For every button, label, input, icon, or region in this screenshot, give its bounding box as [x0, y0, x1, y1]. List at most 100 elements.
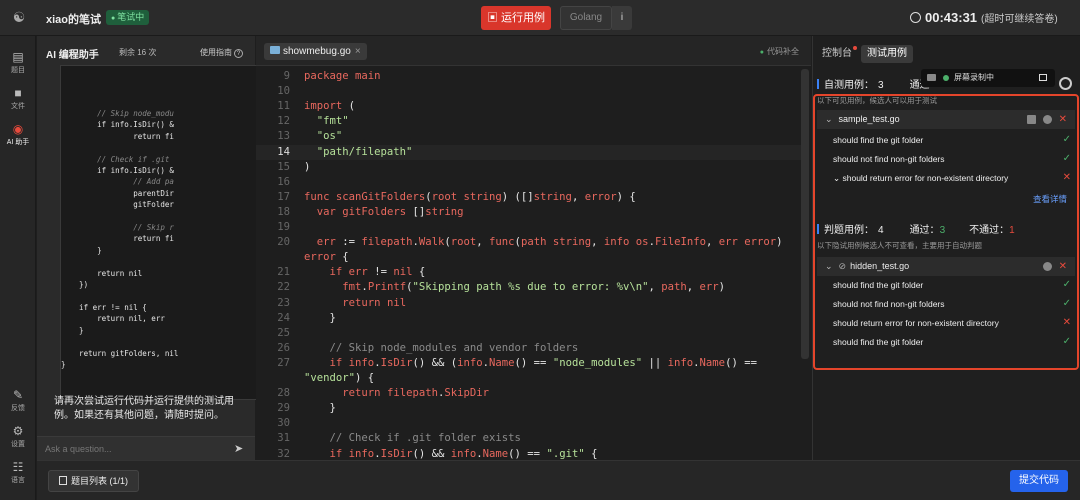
- play-icon[interactable]: [1043, 262, 1052, 271]
- line-number: 25: [277, 326, 290, 339]
- sidebar-item-label: AI 助手: [6, 139, 30, 146]
- folder-icon: ■: [14, 86, 22, 100]
- submit-button[interactable]: 提交代码: [1010, 470, 1068, 492]
- code-line: 12 "fmt": [256, 114, 801, 129]
- code-line: 15): [256, 160, 801, 175]
- code-line: 21 if err != nil {: [256, 265, 801, 280]
- self-test-summary: 自测用例： 3 通过: [817, 76, 930, 91]
- question-list-button[interactable]: 题目列表 (1/1): [48, 470, 140, 492]
- ai-input-bar: ➤: [37, 436, 255, 460]
- line-number: 14: [277, 145, 290, 158]
- code-text: return nil: [342, 296, 407, 309]
- timer-note: (超时可继续答卷): [981, 14, 1058, 25]
- line-number: 28: [277, 387, 290, 400]
- language-select[interactable]: Golang: [560, 6, 612, 30]
- judge-note: 以下隐试用例候选人不可查看，主要用于自动判题: [817, 241, 982, 250]
- code-text: "os": [316, 130, 343, 143]
- app-logo-icon: ☯: [12, 9, 26, 25]
- line-number: 16: [277, 175, 290, 188]
- close-icon[interactable]: ×: [355, 46, 361, 57]
- test-case-row[interactable]: should find the git folder ✓: [833, 335, 1073, 349]
- ai-code-line: // Check if .git: [61, 154, 170, 164]
- line-number: 32: [277, 447, 290, 460]
- test-case-name: should not find non-git folders: [833, 154, 945, 164]
- test-case-row[interactable]: should find the git folder ✓: [833, 133, 1073, 147]
- check-icon: ✓: [1062, 134, 1071, 145]
- list-icon: [59, 476, 67, 485]
- cross-icon: ✕: [1062, 317, 1071, 328]
- tab-test-cases[interactable]: 测试用例: [861, 45, 913, 63]
- ai-code-line: [61, 291, 264, 302]
- ai-code-line: // Add pa: [61, 177, 174, 187]
- code-text: func scanGitFolders(root string) ([]stri…: [304, 190, 636, 203]
- line-number: 20: [277, 236, 290, 249]
- run-tests-button[interactable]: ▣ 运行用例: [481, 6, 551, 30]
- send-icon[interactable]: ➤: [234, 442, 243, 455]
- ai-question-input[interactable]: [45, 441, 225, 457]
- ai-code-line: return gitFolders, nil: [61, 348, 179, 358]
- code-line: 24 }: [256, 311, 801, 326]
- test-case-row[interactable]: should not find non-git folders ✓: [833, 297, 1073, 311]
- sidebar-item-feedback[interactable]: ✎ 反馈: [0, 388, 36, 413]
- sidebar-item-label: 语言: [11, 477, 25, 484]
- hidden-file-name: hidden_test.go: [850, 261, 910, 271]
- editor-scrollbar[interactable]: [801, 69, 809, 359]
- test-case-name: should find the git folder: [833, 135, 924, 145]
- hidden-eye-icon: ⊘: [838, 261, 847, 271]
- ai-remaining-count: 剩余 16 次: [119, 48, 157, 57]
- chevron-down-icon: ⌄: [825, 114, 833, 124]
- sample-file-header[interactable]: ⌄ sample_test.go ✕: [817, 110, 1075, 129]
- code-line: 20 err := filepath.Walk(root, func(path …: [256, 235, 801, 250]
- sidebar-item-language[interactable]: ☷ 语言: [0, 460, 36, 485]
- self-test-count: 3: [878, 80, 884, 91]
- ai-code-line: // Skip node_modu: [61, 109, 174, 118]
- code-line: 22 fmt.Printf("Skipping path %s due to e…: [256, 280, 801, 295]
- ai-code-line: // Skip r: [61, 223, 174, 233]
- save-icon[interactable]: [1027, 115, 1036, 124]
- line-number: 27: [277, 356, 290, 369]
- line-number: 11: [277, 100, 290, 113]
- test-case-row[interactable]: should find the git folder ✓: [833, 278, 1073, 292]
- test-case-name: should not find non-git folders: [833, 299, 945, 309]
- hidden-file-header[interactable]: ⌄ ⊘ hidden_test.go ✕: [817, 257, 1075, 276]
- code-text: fmt.Printf("Skipping path %s due to erro…: [342, 281, 726, 294]
- code-line: 16: [256, 175, 801, 190]
- test-case-row[interactable]: should return error for non-existent dir…: [833, 316, 1073, 330]
- line-number: 23: [277, 296, 290, 309]
- file-tab[interactable]: showmebug.go ×: [264, 43, 367, 60]
- delete-icon[interactable]: ✕: [1059, 110, 1067, 129]
- camera-icon: [927, 74, 936, 81]
- sidebar-item-ai[interactable]: ◉ AI 助手: [0, 122, 36, 147]
- line-number: 21: [277, 266, 290, 279]
- refresh-icon[interactable]: [1059, 77, 1072, 90]
- code-text: import (: [304, 100, 356, 113]
- play-icon[interactable]: [1043, 115, 1052, 124]
- sidebar-item-label: 题目: [11, 67, 25, 74]
- sample-file-name: sample_test.go: [838, 114, 900, 124]
- test-case-row[interactable]: ⌄ should return error for non-existent d…: [833, 171, 1073, 185]
- sidebar-item-problem[interactable]: ▤ 题目: [0, 50, 36, 75]
- line-number: 12: [277, 115, 290, 128]
- test-panel: 控制台 测试用例 自测用例： 3 通过 以下可见用例，候选人可以用于测试 ⌄ samp…: [812, 36, 1080, 460]
- code-line: 23 return nil: [256, 296, 801, 311]
- sidebar-item-files[interactable]: ■ 文件: [0, 86, 36, 111]
- code-completion-status[interactable]: 代码补全: [760, 46, 799, 57]
- view-details-link[interactable]: 查看详情: [1033, 193, 1067, 205]
- sidebar-item-settings[interactable]: ⚙ 设置: [0, 424, 36, 449]
- screen-recording-indicator[interactable]: 屏幕录制中: [921, 69, 1055, 87]
- delete-icon[interactable]: ✕: [1059, 257, 1067, 276]
- clock-icon: [910, 12, 921, 23]
- feedback-icon: ✎: [12, 388, 24, 402]
- code-area[interactable]: 9 package main 10 11 import (12 "fmt" 13 "os"…: [256, 69, 801, 460]
- ai-assistant-panel: AI 编程助手 剩余 16 次 使用指南? // Skip node_modu …: [37, 36, 265, 460]
- code-text: var gitFolders []string: [316, 205, 464, 218]
- ai-code-line: return nil, err: [61, 314, 165, 324]
- info-icon[interactable]: i: [612, 6, 632, 30]
- test-case-row[interactable]: should not find non-git folders ✓: [833, 152, 1073, 166]
- window-icon[interactable]: [1039, 74, 1047, 81]
- check-icon: ✓: [1062, 153, 1071, 164]
- usage-guide-link[interactable]: 使用指南?: [200, 47, 243, 58]
- left-nav: ▤ 题目 ■ 文件 ◉ AI 助手 ✎ 反馈 ⚙ 设置 ☷ 语言: [0, 36, 36, 500]
- tab-console[interactable]: 控制台: [816, 45, 863, 63]
- ai-code-line: }: [61, 245, 102, 255]
